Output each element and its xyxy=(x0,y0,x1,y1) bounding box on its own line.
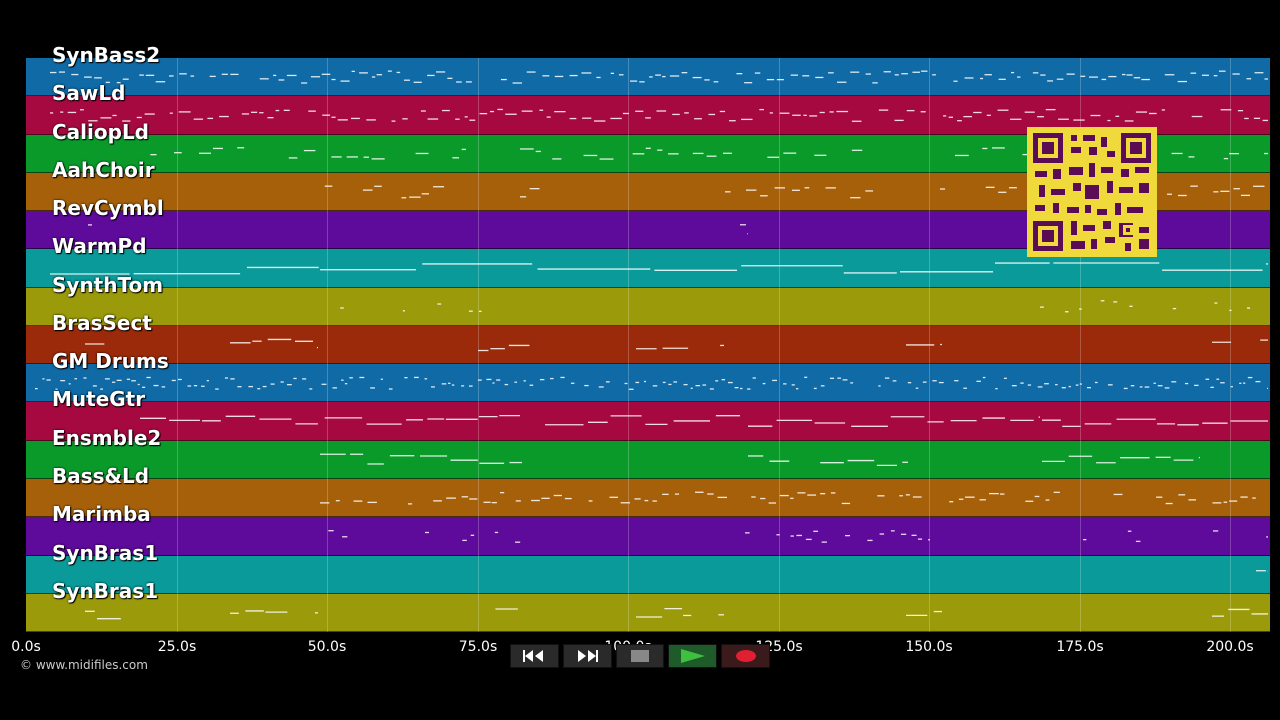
track-band xyxy=(26,517,1270,556)
track-band xyxy=(26,364,1270,403)
gridline xyxy=(1230,58,1231,632)
track-name: Ensmble2 xyxy=(52,425,162,450)
qr-code-icon xyxy=(1033,133,1151,251)
track-name: Marimba xyxy=(52,502,151,527)
record-button[interactable] xyxy=(721,644,770,668)
track-band xyxy=(26,478,1270,518)
track-name: SynBras1 xyxy=(52,540,159,565)
track-lane[interactable] xyxy=(26,478,1270,518)
track-lane[interactable] xyxy=(26,593,1270,633)
track-band xyxy=(26,287,1270,326)
gridline xyxy=(327,58,328,632)
gridline xyxy=(929,58,930,632)
track-lane[interactable] xyxy=(26,364,1270,403)
track-band xyxy=(26,440,1270,479)
gridline xyxy=(177,58,178,632)
track-band xyxy=(26,555,1270,594)
track-name: SawLd xyxy=(52,81,126,106)
track-name: RevCymbl xyxy=(52,196,164,221)
track-band xyxy=(26,593,1270,633)
record-icon xyxy=(735,650,756,662)
track-band xyxy=(26,402,1270,441)
play-button[interactable] xyxy=(668,644,718,668)
track-band xyxy=(26,58,1270,97)
track-name: Bass&Ld xyxy=(52,463,150,488)
stop-icon xyxy=(630,650,649,662)
track-name: SynBras1 xyxy=(52,578,159,603)
qr-code[interactable] xyxy=(1027,127,1157,257)
time-tick-label: 175.0s xyxy=(1056,639,1104,655)
track-name: BrasSect xyxy=(52,310,152,335)
track-name: SynthTom xyxy=(52,272,164,297)
time-tick-label: 150.0s xyxy=(905,639,953,655)
track-lane[interactable] xyxy=(26,555,1270,594)
time-tick-label: 75.0s xyxy=(458,639,498,655)
rewind-button[interactable] xyxy=(510,644,559,668)
stop-button[interactable] xyxy=(615,644,665,668)
track-name: WarmPd xyxy=(52,234,147,259)
fast-forward-icon xyxy=(578,650,599,662)
play-icon xyxy=(680,649,705,663)
track-lane[interactable] xyxy=(26,287,1270,326)
track-lane[interactable] xyxy=(26,58,1270,97)
transport-controls xyxy=(510,644,770,670)
track-name: CaliopLd xyxy=(52,119,150,144)
track-lane[interactable] xyxy=(26,440,1270,479)
track-separator xyxy=(26,631,1270,633)
track-name: GM Drums xyxy=(52,349,169,374)
track-band xyxy=(26,325,1270,365)
time-tick-label: 25.0s xyxy=(157,639,197,655)
time-tick-label: 200.0s xyxy=(1206,639,1254,655)
rewind-icon xyxy=(523,650,544,662)
track-lane[interactable] xyxy=(26,517,1270,556)
time-tick-label: 0.0s xyxy=(11,639,41,655)
track-lane[interactable] xyxy=(26,325,1270,365)
track-name: SynBass2 xyxy=(52,43,161,67)
gridline xyxy=(779,58,780,632)
time-tick-label: 50.0s xyxy=(307,639,347,655)
copyright-text: © www.midifiles.com xyxy=(20,658,148,672)
track-name: AahChoir xyxy=(52,157,155,182)
fast-forward-button[interactable] xyxy=(562,644,612,668)
gridline xyxy=(478,58,479,632)
track-lane[interactable] xyxy=(26,402,1270,441)
track-name: MuteGtr xyxy=(52,387,146,412)
piano-roll-viewer: SynBass2 SawLd CaliopLd AahChoir RevCymbl War… xyxy=(0,0,1280,720)
gridline xyxy=(628,58,629,632)
